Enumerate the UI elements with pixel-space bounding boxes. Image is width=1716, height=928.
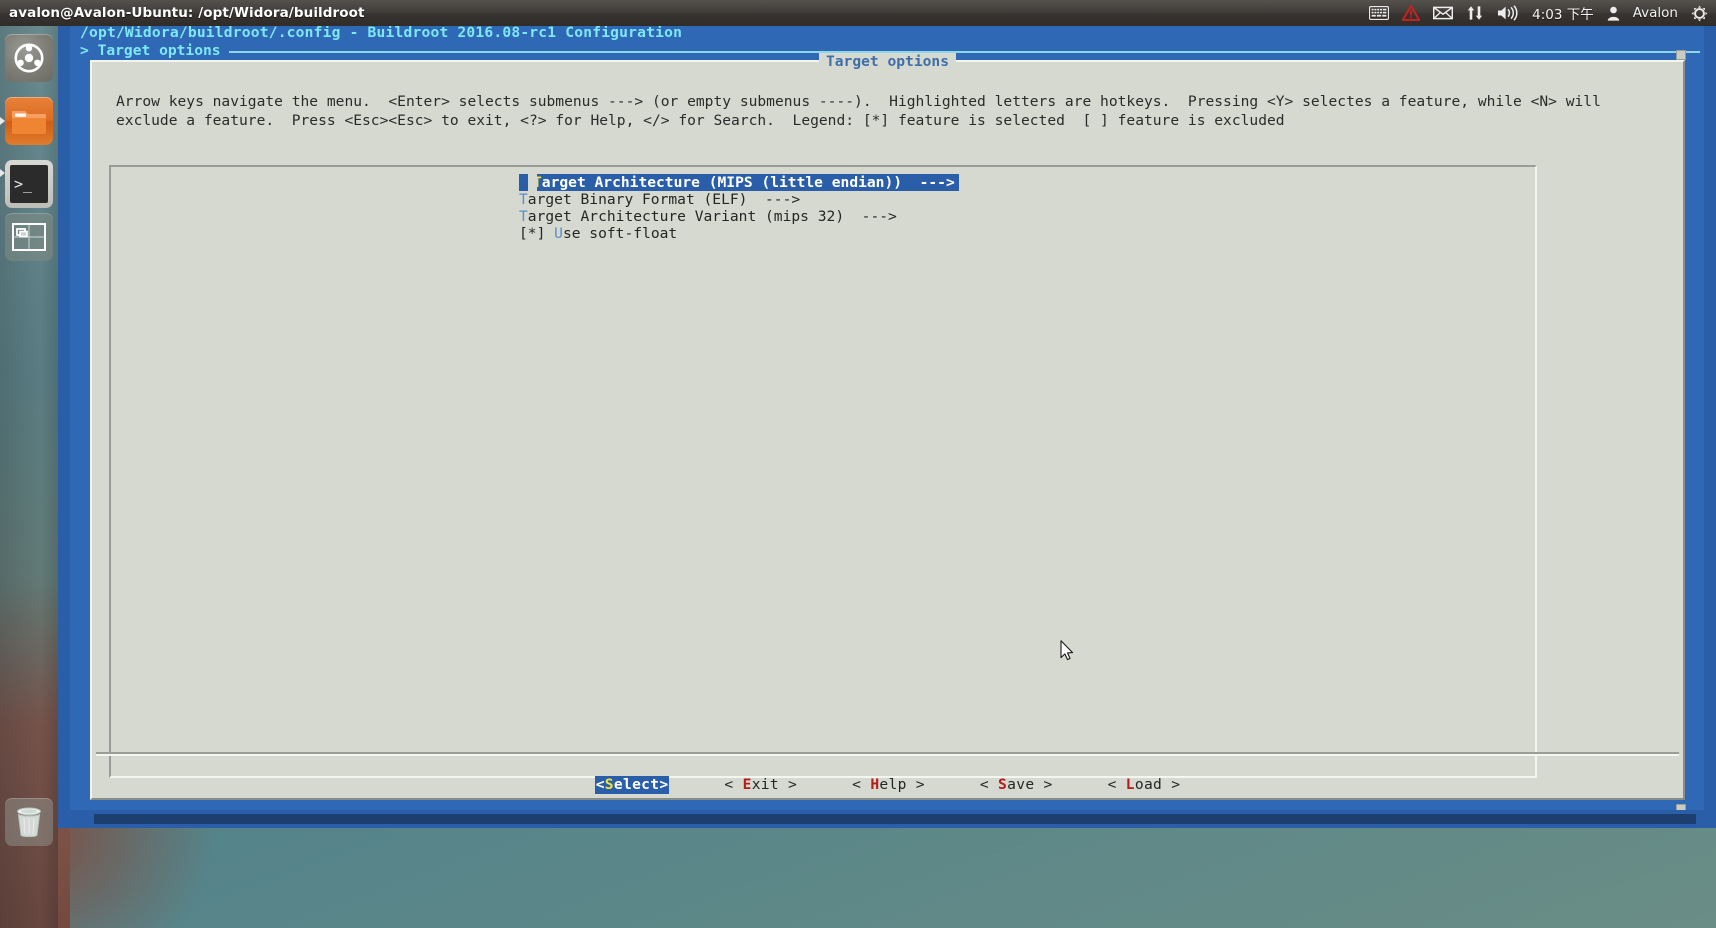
terminal-bottom-strip [94,814,1696,824]
dialog-heading-text: Target options [818,53,956,70]
menu-item[interactable]: [*] Use soft-float [519,225,959,242]
envelope-icon[interactable] [1433,0,1454,26]
button-bar: <Select> < Exit > < Help > < Save > < Load > [92,776,1683,794]
button-hotkey: S [604,776,614,793]
unity-launcher: >_ [0,26,58,928]
button-hotkey: E [742,776,752,793]
menu-item-checkbox[interactable]: [*] [519,225,554,242]
terminal-window: /opt/Widora/buildroot/.config - Buildroo… [58,22,1716,828]
button-prefix: < [595,776,605,793]
menu-item-label: arget Architecture (MIPS (little endian)… [541,174,903,191]
button-bar-separator-bottom [96,754,1679,756]
menu-item-label: arget Binary Format (ELF) [527,191,748,208]
save-button[interactable]: < Save > [980,776,1053,794]
button-label: oad > [1134,776,1181,793]
window-title-panel: avalon@Avalon-Ubuntu: /opt/Widora/buildr… [9,5,365,21]
user-icon [1607,0,1620,26]
menu-list: Target Architecture (MIPS (little endian… [519,174,959,242]
menu-frame: Target Architecture (MIPS (little endian… [109,165,1537,778]
clock[interactable]: 4:03 下午 [1532,3,1594,23]
menu-item-hotkey: T [519,208,528,225]
menu-item-submenu-arrow: ---> [844,208,897,225]
menuconfig-dialog: Target options Arrow keys navigate the m… [90,50,1686,814]
menuconfig-screen: /opt/Widora/buildroot/.config - Buildroo… [70,22,1704,814]
menu-item[interactable]: Target Architecture Variant (mips 32) --… [519,208,959,225]
scrollbar[interactable] [1676,50,1686,814]
menu-item-submenu-arrow: ---> [902,174,955,191]
button-label: elp > [879,776,925,793]
select-button[interactable]: <Select> [594,776,670,794]
scroll-up-button[interactable] [1676,50,1686,60]
launcher-item-workspace-switcher[interactable] [5,213,53,261]
menuconfig-title: /opt/Widora/buildroot/.config - Buildroo… [80,24,683,41]
launcher-item-trash[interactable] [5,798,53,846]
button-prefix: < [852,776,871,793]
launcher-item-terminal[interactable]: >_ [5,160,53,208]
launcher-item-ubuntu-dash[interactable] [5,34,53,82]
button-label: ave > [1007,776,1053,793]
button-hotkey: S [998,776,1008,793]
button-prefix: < [1107,776,1126,793]
system-tray: 4:03 下午 Avalon [1369,0,1716,26]
button-hotkey: L [1125,776,1135,793]
warning-triangle-icon[interactable] [1402,0,1421,26]
menu-item-label: se soft-float [562,225,678,242]
terminal-prompt-glyph: >_ [10,165,48,203]
network-updown-icon[interactable] [1466,0,1484,26]
user-name[interactable]: Avalon [1633,5,1678,21]
menu-item[interactable]: Target Binary Format (ELF) ---> [519,191,959,208]
dialog-heading: Target options [92,53,1683,71]
menu-item-submenu-arrow: ---> [747,191,801,208]
speaker-icon[interactable] [1497,0,1519,26]
menu-item[interactable]: Target Architecture (MIPS (little endian… [519,174,959,191]
exit-button[interactable]: < Exit > [724,776,797,794]
mouse-cursor [1060,640,1074,665]
help-text: Arrow keys navigate the menu. <Enter> se… [116,93,1601,129]
menu-item-hotkey: U [554,225,563,242]
button-prefix: < [724,776,743,793]
menu-item-hotkey: T [519,191,528,208]
help-button[interactable]: < Help > [852,776,925,794]
load-button[interactable]: < Load > [1108,776,1181,794]
launcher-item-files[interactable] [5,97,53,145]
keyboard-icon[interactable] [1369,0,1390,26]
menu-item-label: arget Architecture Variant (mips 32) [527,208,845,225]
terminal-bottom-edge [58,810,1716,828]
button-label: xit > [751,776,798,793]
selection-caret [519,174,537,191]
gear-icon[interactable] [1691,0,1708,26]
button-label: elect> [613,776,669,793]
top-panel: avalon@Avalon-Ubuntu: /opt/Widora/buildr… [0,0,1716,26]
button-prefix: < [979,776,999,793]
